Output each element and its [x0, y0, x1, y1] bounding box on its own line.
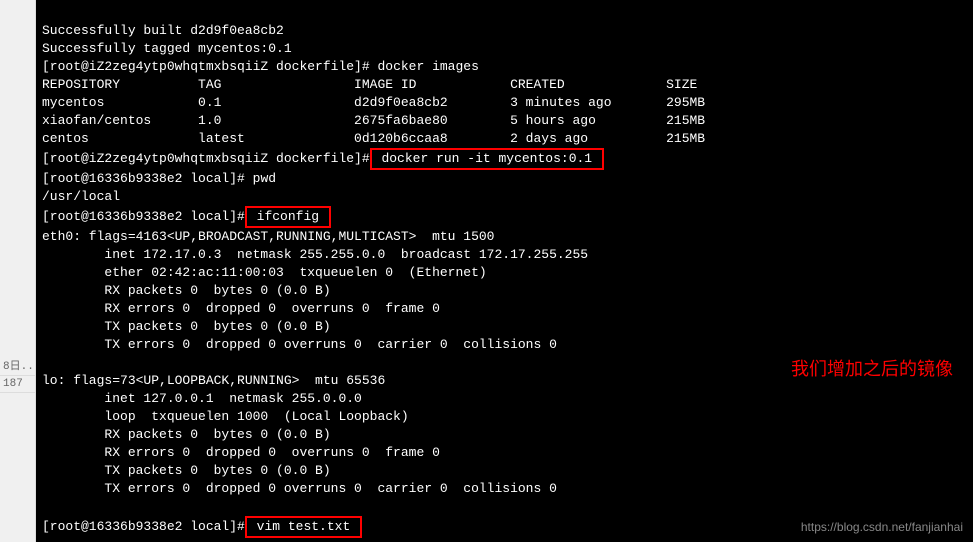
terminal-prompt: [root@16336b9338e2 local]#: [42, 209, 245, 224]
terminal-line: eth0: flags=4163<UP,BROADCAST,RUNNING,MU…: [42, 229, 494, 244]
sidebar-item[interactable]: 187: [0, 376, 35, 393]
terminal-line: loop txqueuelen 1000 (Local Loopback): [42, 409, 409, 424]
terminal-line: RX packets 0 bytes 0 (0.0 B): [42, 427, 331, 442]
terminal-line: inet 127.0.0.1 netmask 255.0.0.0: [42, 391, 362, 406]
terminal-line: lo: flags=73<UP,LOOPBACK,RUNNING> mtu 65…: [42, 373, 385, 388]
terminal-line: TX packets 0 bytes 0 (0.0 B): [42, 463, 331, 478]
terminal-line: REPOSITORY TAG IMAGE ID CREATED SIZE: [42, 77, 697, 92]
terminal-prompt: [root@16336b9338e2 local]#: [42, 171, 253, 186]
terminal-line: Successfully tagged mycentos:0.1: [42, 41, 292, 56]
terminal-line: TX errors 0 dropped 0 overruns 0 carrier…: [42, 481, 557, 496]
terminal-line: TX errors 0 dropped 0 overruns 0 carrier…: [42, 337, 557, 352]
terminal-output[interactable]: Successfully built d2d9f0ea8cb2 Successf…: [36, 0, 973, 542]
terminal-line: inet 172.17.0.3 netmask 255.255.0.0 broa…: [42, 247, 588, 262]
terminal-line: mycentos 0.1 d2d9f0ea8cb2 3 minutes ago …: [42, 95, 705, 110]
terminal-prompt: [root@16336b9338e2 local]#: [42, 519, 245, 534]
highlighted-command: vim test.txt: [245, 516, 362, 538]
terminal-line: ether 02:42:ac:11:00:03 txqueuelen 0 (Et…: [42, 265, 487, 280]
sidebar-item[interactable]: 8日...: [0, 355, 35, 376]
highlighted-command: ifconfig: [245, 206, 331, 228]
highlighted-command: docker run -it mycentos:0.1: [370, 148, 604, 170]
terminal-prompt: [root@iZ2zeg4ytp0whqtmxbsqiiZ dockerfile…: [42, 59, 377, 74]
terminal-line: TX packets 0 bytes 0 (0.0 B): [42, 319, 331, 334]
terminal-line: xiaofan/centos 1.0 2675fa6bae80 5 hours …: [42, 113, 705, 128]
terminal-line: centos latest 0d120b6ccaa8 2 days ago 21…: [42, 131, 705, 146]
annotation-text: 我们增加之后的镜像: [791, 360, 953, 378]
sidebar: 8日... 187: [0, 0, 36, 542]
terminal-line: /usr/local: [42, 189, 120, 204]
terminal-command: pwd: [253, 171, 276, 186]
terminal-line: Successfully built d2d9f0ea8cb2: [42, 23, 284, 38]
terminal-line: RX errors 0 dropped 0 overruns 0 frame 0: [42, 445, 440, 460]
watermark-text: https://blog.csdn.net/fanjianhai: [801, 518, 963, 536]
terminal-line: RX packets 0 bytes 0 (0.0 B): [42, 283, 331, 298]
terminal-prompt: [root@iZ2zeg4ytp0whqtmxbsqiiZ dockerfile…: [42, 151, 370, 166]
terminal-command: docker images: [377, 59, 478, 74]
terminal-line: RX errors 0 dropped 0 overruns 0 frame 0: [42, 301, 440, 316]
